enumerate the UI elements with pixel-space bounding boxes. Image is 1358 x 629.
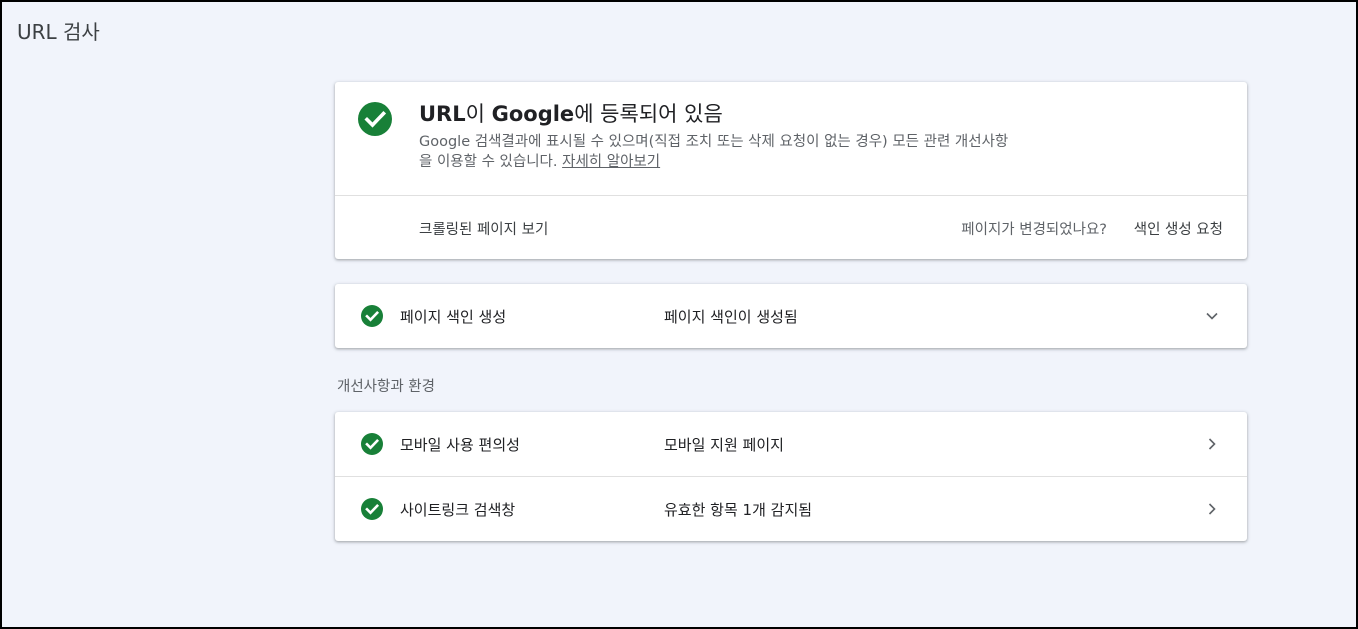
page-title: URL 검사 [17, 20, 100, 44]
row-value: 유효한 항목 1개 감지됨 [664, 501, 813, 519]
page-indexing-row[interactable]: 페이지 색인 생성 페이지 색인이 생성됨 [335, 284, 1247, 348]
row-label: 모바일 사용 편의성 [400, 436, 520, 454]
check-circle-icon [361, 498, 383, 520]
row-label: 사이트링크 검색창 [400, 501, 516, 519]
status-title-suffix: 에 등록되어 있음 [574, 102, 723, 126]
request-indexing-button[interactable]: 색인 생성 요청 [1134, 218, 1223, 239]
check-circle-icon [358, 102, 392, 136]
chevron-right-icon[interactable] [1205, 436, 1219, 450]
status-summary: URL이 Google에 등록되어 있음 Google 검색결과에 표시될 수 … [335, 82, 1247, 195]
enhancement-row-sitelinks[interactable]: 사이트링크 검색창 유효한 항목 1개 감지됨 [335, 477, 1247, 541]
status-title-brand: Google [491, 102, 575, 126]
row-label: 페이지 색인 생성 [400, 308, 507, 326]
index-status-card: URL이 Google에 등록되어 있음 Google 검색결과에 표시될 수 … [335, 82, 1247, 259]
status-description: Google 검색결과에 표시될 수 있으며(직접 조치 또는 삭제 요청이 없… [419, 132, 1019, 172]
page-changed-question: 페이지가 변경되었나요? [961, 222, 1107, 238]
status-title-url: URL [419, 102, 466, 126]
check-circle-icon [361, 305, 383, 327]
enhancements-heading: 개선사항과 환경 [337, 379, 435, 395]
page-indexing-card: 페이지 색인 생성 페이지 색인이 생성됨 [335, 284, 1247, 348]
chevron-right-icon[interactable] [1205, 501, 1219, 515]
url-inspection-page: URL 검사 URL이 Google에 등록되어 있음 Google 검색결과에… [0, 0, 1358, 629]
row-value: 모바일 지원 페이지 [664, 436, 784, 454]
enhancements-card: 모바일 사용 편의성 모바일 지원 페이지 사이트링크 검색창 유효한 항목 1… [335, 412, 1247, 541]
divider [335, 195, 1247, 196]
learn-more-link[interactable]: 자세히 알아보기 [562, 154, 660, 170]
chevron-down-icon[interactable] [1205, 308, 1219, 322]
status-description-text: Google 검색결과에 표시될 수 있으며(직접 조치 또는 삭제 요청이 없… [419, 134, 1009, 170]
status-title: URL이 Google에 등록되어 있음 [419, 98, 723, 128]
check-circle-icon [361, 433, 383, 455]
view-crawled-page-button[interactable]: 크롤링된 페이지 보기 [419, 218, 548, 239]
row-value: 페이지 색인이 생성됨 [664, 308, 798, 326]
enhancement-row-mobile[interactable]: 모바일 사용 편의성 모바일 지원 페이지 [335, 412, 1247, 476]
status-title-particle: 이 [465, 102, 492, 126]
